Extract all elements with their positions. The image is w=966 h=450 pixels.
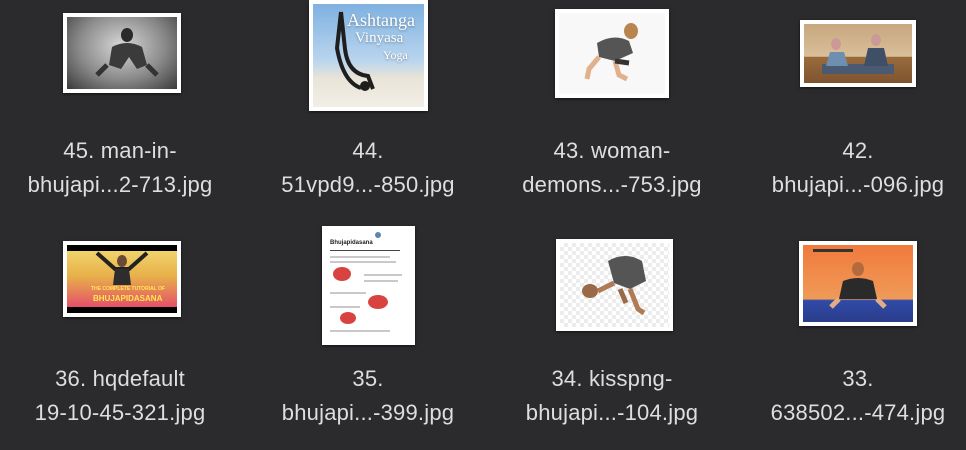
image-thumbnail[interactable] xyxy=(556,239,673,331)
file-name-line1: 43. woman- xyxy=(553,138,671,163)
file-name[interactable]: 45. man-in- bhujapi...2-713.jpg xyxy=(0,134,240,202)
file-name[interactable]: 43. woman- demons...-753.jpg xyxy=(492,134,732,202)
file-name-line2: bhujapi...-096.jpg xyxy=(771,172,945,197)
file-name[interactable]: 33. 638502...-474.jpg xyxy=(738,362,966,430)
video-pose-text: BHUJAPIDASANA xyxy=(93,294,163,303)
file-name[interactable]: 36. hqdefault 19-10-45-321.jpg xyxy=(0,362,240,430)
file-name-line1: 34. kisspng- xyxy=(551,366,673,391)
file-name-line2: bhujapi...-104.jpg xyxy=(525,400,699,425)
file-name-line1: 36. hqdefault xyxy=(55,366,185,391)
file-name[interactable]: 35. bhujapi...-399.jpg xyxy=(248,362,488,430)
image-thumbnail[interactable]: THE COMPLETE TUTORIAL OF BHUJAPIDASANA xyxy=(63,241,181,317)
file-name-line2: 19-10-45-321.jpg xyxy=(34,400,206,425)
file-name[interactable]: 44. 51vpd9...-850.jpg xyxy=(248,134,488,202)
image-thumbnail[interactable]: Bhujapidasana xyxy=(322,226,415,345)
image-thumbnail[interactable] xyxy=(63,13,181,93)
file-name-line1: 42. xyxy=(842,138,874,163)
file-name-line1: 35. xyxy=(352,366,384,391)
file-name-line2: bhujapi...2-713.jpg xyxy=(27,172,213,197)
image-thumbnail[interactable] xyxy=(800,20,916,87)
file-name-line2: demons...-753.jpg xyxy=(522,172,702,197)
file-name[interactable]: 42. bhujapi...-096.jpg xyxy=(738,134,966,202)
file-name-line2: 638502...-474.jpg xyxy=(770,400,946,425)
image-thumbnail[interactable] xyxy=(799,241,917,326)
file-name-line1: 33. xyxy=(842,366,874,391)
file-name-line2: 51vpd9...-850.jpg xyxy=(281,172,455,197)
file-name-line1: 44. xyxy=(352,138,384,163)
file-name-line1: 45. man-in- xyxy=(63,138,177,163)
image-thumbnail[interactable] xyxy=(555,9,669,98)
file-name[interactable]: 34. kisspng- bhujapi...-104.jpg xyxy=(492,362,732,430)
video-title-text: THE COMPLETE TUTORIAL OF xyxy=(91,286,165,292)
image-thumbnail[interactable]: Ashtanga Vinyasa Yoga xyxy=(309,0,428,111)
file-name-line2: bhujapi...-399.jpg xyxy=(281,400,455,425)
